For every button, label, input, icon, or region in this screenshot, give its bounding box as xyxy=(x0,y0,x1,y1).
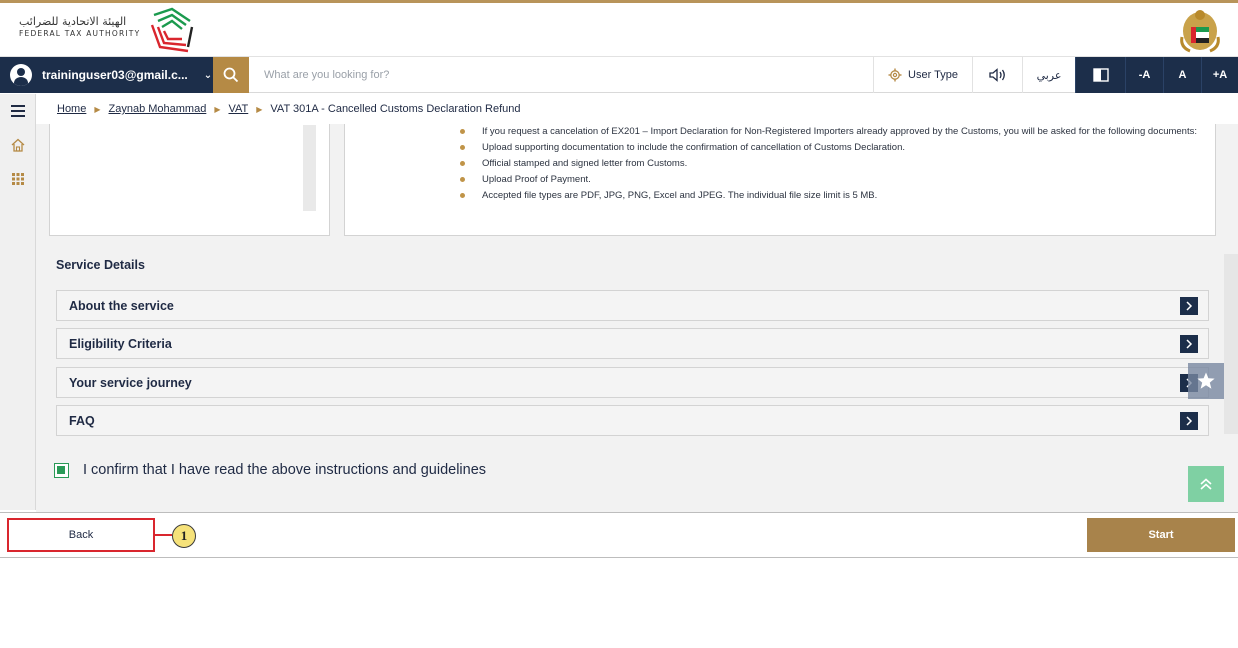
list-item: Upload Proof of Payment. xyxy=(443,173,1203,186)
search-input[interactable] xyxy=(252,57,872,93)
contrast-toggle-button[interactable] xyxy=(1075,57,1125,93)
sidebar-item-home[interactable] xyxy=(0,128,36,162)
apps-grid-icon xyxy=(12,173,24,185)
user-type-button[interactable]: User Type xyxy=(873,57,972,93)
breadcrumb-arrow-icon: ▶ xyxy=(94,104,101,114)
page: الهيئة الاتحادية للضرائب FEDERAL TAX AUT… xyxy=(0,0,1238,648)
accordion-about-the-service[interactable]: About the service xyxy=(56,290,1209,321)
search-button[interactable] xyxy=(213,57,249,93)
breadcrumb-current-page: VAT 301A - Cancelled Customs Declaration… xyxy=(270,103,521,115)
text-to-speech-button[interactable] xyxy=(972,57,1022,93)
user-avatar-icon xyxy=(10,64,32,86)
chevron-right-icon[interactable] xyxy=(1180,335,1198,353)
panel-scrollbar[interactable] xyxy=(303,125,316,211)
home-icon xyxy=(11,138,25,152)
breadcrumb-vat-link[interactable]: VAT xyxy=(228,103,248,115)
back-button[interactable]: Back xyxy=(7,518,155,552)
arabic-label: عربي xyxy=(1036,69,1062,82)
favorite-button[interactable] xyxy=(1188,363,1224,399)
list-item: Accepted file types are PDF, JPG, PNG, E… xyxy=(443,189,1203,202)
breadcrumb-profile-link[interactable]: Zaynab Mohammad xyxy=(109,103,207,115)
required-documents-panel: If you request a cancelation of EX201 – … xyxy=(344,124,1216,236)
user-type-label: User Type xyxy=(908,69,958,81)
user-account-menu[interactable]: traininguser03@gmail.c... ⌄ xyxy=(0,57,213,93)
confirm-label: I confirm that I have read the above ins… xyxy=(83,462,487,478)
confirm-checkbox[interactable] xyxy=(54,462,69,478)
accordion-eligibility-criteria[interactable]: Eligibility Criteria xyxy=(56,328,1209,359)
accordion-label: Your service journey xyxy=(69,375,192,390)
start-button[interactable]: Start xyxy=(1087,518,1235,552)
step-callout-badge: 1 xyxy=(172,524,196,548)
font-decrease-label: -A xyxy=(1138,69,1151,81)
accordion-your-service-journey[interactable]: Your service journey xyxy=(56,367,1209,398)
sidebar-item-apps[interactable] xyxy=(0,162,36,196)
top-toolbar: traininguser03@gmail.c... ⌄ User Type xyxy=(0,57,1238,93)
accordion-label: Eligibility Criteria xyxy=(69,336,172,351)
list-item: Upload supporting documentation to inclu… xyxy=(443,141,1203,154)
chevron-right-icon[interactable] xyxy=(1180,297,1198,315)
font-increase-button[interactable]: +A xyxy=(1201,57,1238,93)
language-toggle-arabic[interactable]: عربي xyxy=(1022,57,1075,93)
gear-icon xyxy=(888,68,902,82)
breadcrumb-arrow-icon: ▶ xyxy=(214,104,221,114)
font-decrease-button[interactable]: -A xyxy=(1125,57,1163,93)
list-item: Official stamped and signed letter from … xyxy=(443,157,1203,170)
callout-connector xyxy=(155,534,172,536)
page-scrollbar[interactable] xyxy=(1224,254,1238,434)
logo-english-text: FEDERAL TAX AUTHORITY xyxy=(19,29,141,38)
accordion-label: FAQ xyxy=(69,413,95,428)
breadcrumb-arrow-icon: ▶ xyxy=(256,104,263,114)
service-details-title: Service Details xyxy=(56,258,145,272)
user-email: traininguser03@gmail.c... xyxy=(42,68,188,82)
main-content: If you request a cancelation of EX201 – … xyxy=(36,124,1238,512)
chevron-down-icon: ⌄ xyxy=(203,69,213,81)
uae-emblem-icon xyxy=(1180,10,1220,53)
scroll-to-top-button[interactable] xyxy=(1188,466,1224,502)
fta-logo-icon[interactable] xyxy=(148,7,196,53)
guidelines-side-panel xyxy=(49,124,330,236)
breadcrumb: Home ▶ Zaynab Mohammad ▶ VAT ▶ VAT 301A … xyxy=(36,94,1238,124)
action-bar: Back 1 Start xyxy=(0,512,1238,558)
left-sidebar xyxy=(0,94,36,510)
accordion-faq[interactable]: FAQ xyxy=(56,405,1209,436)
logo-arabic-text: الهيئة الاتحادية للضرائب xyxy=(19,15,127,28)
speaker-icon xyxy=(988,68,1005,82)
required-documents-list: If you request a cancelation of EX201 – … xyxy=(443,125,1203,205)
contrast-icon xyxy=(1092,68,1109,82)
search-icon xyxy=(223,67,239,83)
site-header: الهيئة الاتحادية للضرائب FEDERAL TAX AUT… xyxy=(0,3,1238,57)
hamburger-icon xyxy=(11,105,25,117)
accordion-label: About the service xyxy=(69,298,174,313)
breadcrumb-home-link[interactable]: Home xyxy=(57,103,86,115)
font-reset-label: A xyxy=(1178,69,1187,81)
confirm-instructions[interactable]: I confirm that I have read the above ins… xyxy=(54,462,486,478)
menu-toggle[interactable] xyxy=(0,94,36,128)
font-increase-label: +A xyxy=(1212,69,1228,81)
chevron-right-icon[interactable] xyxy=(1180,412,1198,430)
list-item: If you request a cancelation of EX201 – … xyxy=(443,125,1203,138)
double-chevron-up-icon xyxy=(1200,478,1212,490)
star-icon xyxy=(1197,372,1215,389)
font-reset-button[interactable]: A xyxy=(1163,57,1201,93)
